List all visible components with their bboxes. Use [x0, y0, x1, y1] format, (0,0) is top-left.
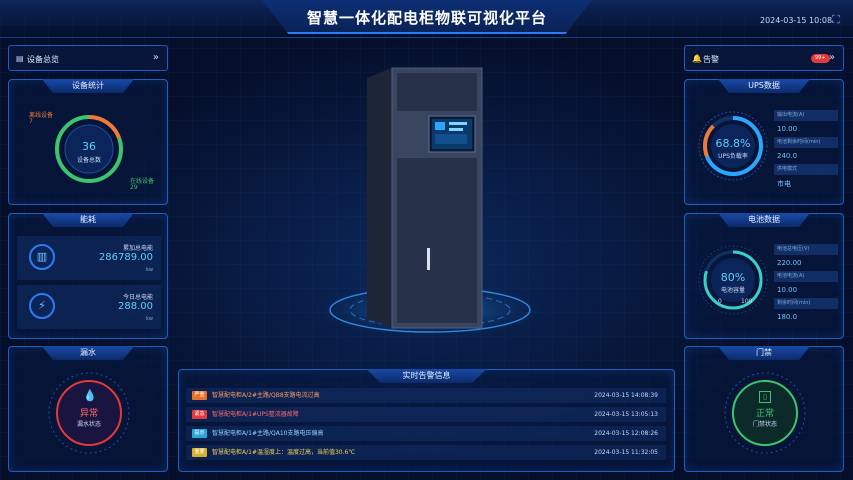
- ups-field-value: 市电: [777, 180, 791, 188]
- double-chevron-icon[interactable]: »: [153, 52, 159, 63]
- alarm-text: 智慧配电柜A/1#UPS整流器故障: [212, 411, 299, 418]
- ups-panel: UPS数据 68.8% UPS负载率 输出电流(A) 10.00 电池剩余时间(…: [684, 79, 844, 205]
- alarm-tag: 重要: [192, 448, 207, 457]
- cabinet-illustration: [310, 67, 550, 338]
- alarm-label: 告警: [703, 55, 719, 64]
- door-status: 正常: [755, 409, 774, 419]
- battery-field-value: 220.00: [777, 259, 802, 267]
- overview-bar[interactable]: ▤ 设备总览 »: [8, 45, 168, 71]
- alarm-row-2[interactable]: 紧急 智慧配电柜A/1#UPS整流器故障 2024-03-15 13:05:13: [186, 407, 666, 422]
- cumulative-value: 286789.00: [98, 252, 153, 263]
- leak-panel: 漏水 💧 异常 漏水状态: [8, 346, 168, 472]
- alarm-time: 2024-03-15 14:08:39: [594, 392, 658, 399]
- alarm-tag: 提示: [192, 429, 207, 438]
- online-count: 29: [130, 184, 138, 191]
- energy-title: 能耗: [42, 213, 134, 227]
- battery-percent: 80%: [720, 271, 746, 284]
- leak-status: 异常: [79, 409, 98, 419]
- today-value: 288.00: [118, 301, 153, 312]
- leak-status-label: 漏水状态: [76, 421, 101, 428]
- alarm-tag: 严重: [192, 391, 207, 400]
- ups-percent-label: UPS负载率: [718, 153, 748, 160]
- today-unit: kw: [146, 316, 153, 322]
- energy-panel: 能耗 ▥ 累加总电能 286789.00 kw ⚡ 今日总电能 288.00 k…: [8, 213, 168, 339]
- device-stats-panel: 设备统计 36 设备总数 离线设备 7 在线设备 29: [8, 79, 168, 205]
- bell-icon: 🔔: [692, 54, 702, 63]
- battery-field-label: 电池总电压(V): [774, 244, 838, 255]
- cumulative-unit: kw: [146, 267, 153, 273]
- alarm-tag: 紧急: [192, 410, 207, 419]
- double-chevron-icon[interactable]: »: [829, 52, 835, 63]
- alarm-time: 2024-03-15 11:32:05: [594, 449, 658, 456]
- alarm-text: 智慧配电柜A/1#温湿度上：温度过高，当前值30.6℃: [212, 449, 356, 456]
- battery-field-value: 180.0: [777, 313, 798, 321]
- water-drop-icon: 💧: [83, 389, 97, 402]
- alarm-badge: 99+: [811, 54, 830, 63]
- door-status-label: 门禁状态: [752, 421, 777, 428]
- today-energy-card: ⚡ 今日总电能 288.00 kw: [17, 285, 161, 329]
- alarm-bar[interactable]: 🔔 告警 99+ »: [684, 45, 844, 71]
- battery-panel: 电池数据 80% 电池容量 0 100 电池总电压(V) 220.00 电池电流…: [684, 213, 844, 339]
- bar-chart-icon: ▥: [29, 244, 55, 270]
- alarm-row-3[interactable]: 提示 智慧配电柜A/1#主路/QA10支路电压偏高 2024-03-15 12:…: [186, 426, 666, 441]
- offline-count: 7: [29, 118, 33, 125]
- ups-field-value: 240.0: [777, 152, 798, 160]
- ups-field-label: 输出电流(A): [774, 110, 838, 121]
- battery-percent-label: 电池容量: [720, 287, 745, 294]
- page-title: 智慧一体化配电柜物联可视化平台: [306, 9, 547, 27]
- battery-field-value: 10.00: [777, 286, 798, 294]
- realtime-alarm-title: 实时告警信息: [366, 369, 487, 383]
- overview-label: 设备总览: [27, 55, 59, 64]
- alarm-text: 智慧配电柜A/1#主路/QA10支路电压偏高: [212, 430, 324, 437]
- list-icon: ▤: [16, 54, 24, 63]
- battery-scale-max: 100: [741, 298, 753, 305]
- battery-field-label: 电池电流(A): [774, 271, 838, 282]
- datetime: 2024-03-15 10:08: [760, 16, 833, 25]
- alarm-text: 智慧配电柜A/2#主路/QB8支路电流过高: [212, 392, 320, 399]
- ups-percent: 68.8%: [715, 137, 751, 150]
- alarm-time: 2024-03-15 12:08:26: [594, 430, 658, 437]
- device-total: 36: [82, 140, 96, 153]
- today-label: 今日总电能: [122, 294, 153, 301]
- cumulative-label: 累加总电能: [122, 245, 153, 252]
- alarm-time: 2024-03-15 13:05:13: [594, 411, 658, 418]
- cumulative-energy-card: ▥ 累加总电能 286789.00 kw: [17, 236, 161, 280]
- alarm-row-4[interactable]: 重要 智慧配电柜A/1#温湿度上：温度过高，当前值30.6℃ 2024-03-1…: [186, 445, 666, 460]
- device-total-label: 设备总数: [76, 157, 101, 164]
- ups-field-label: 电池剩余时间(min): [774, 137, 838, 148]
- alarm-row-1[interactable]: 严重 智慧配电柜A/2#主路/QB8支路电流过高 2024-03-15 14:0…: [186, 388, 666, 403]
- ups-field-label: 供电模式: [774, 164, 838, 175]
- battery-field-label: 剩余时间(min): [774, 298, 838, 309]
- fullscreen-icon[interactable]: ⛶: [832, 14, 844, 26]
- ups-field-value: 10.00: [777, 125, 798, 133]
- battery-scale-min: 0: [718, 298, 722, 305]
- door-icon: ▯: [759, 391, 771, 403]
- door-panel: 门禁 ▯ 正常 门禁状态: [684, 346, 844, 472]
- lightning-icon: ⚡: [29, 293, 55, 319]
